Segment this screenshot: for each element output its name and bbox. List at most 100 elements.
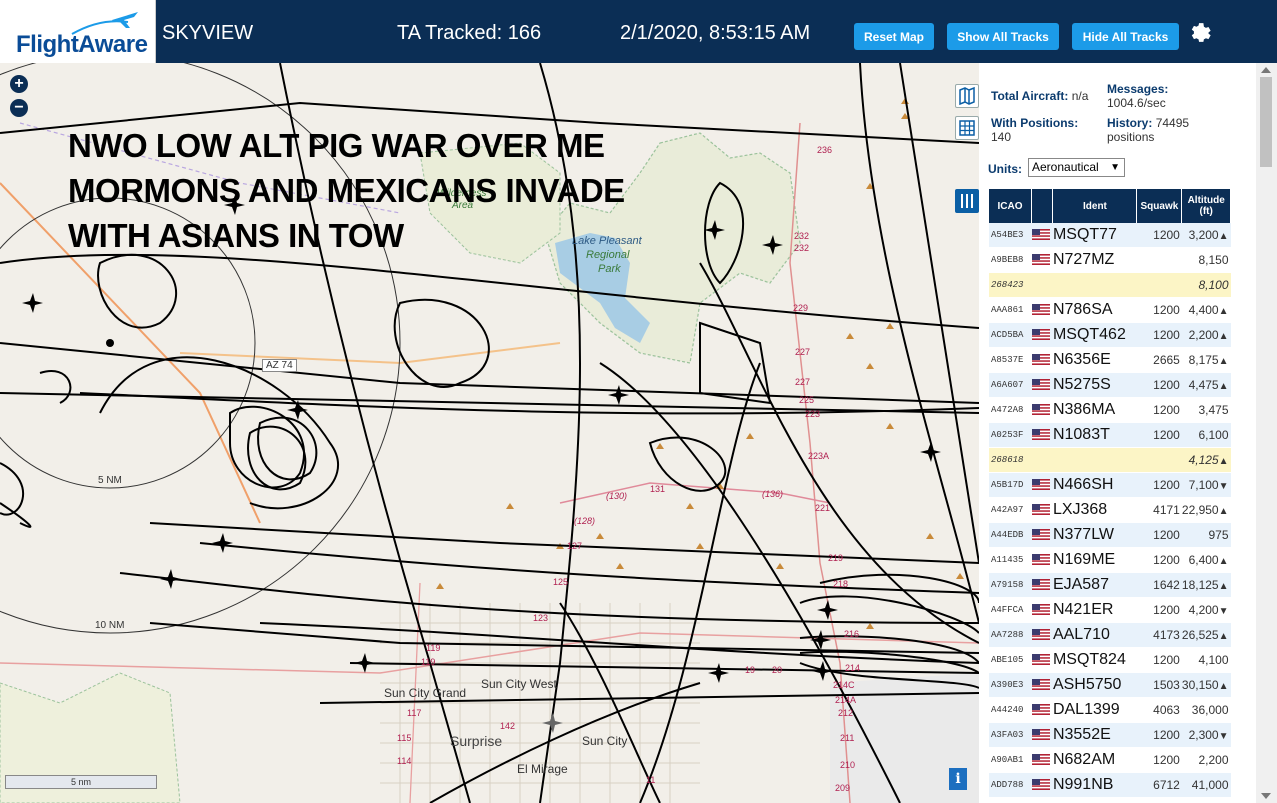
us-flag-icon <box>1031 526 1050 543</box>
table-row[interactable]: A390E3 ASH5750 1503 30,150▲ <box>989 672 1231 698</box>
altitude-trend-icon: ▼ <box>1218 606 1229 617</box>
gear-icon[interactable] <box>1188 21 1214 47</box>
route-label: (130) <box>606 491 628 501</box>
table-row[interactable]: A79158 EJA587 1642 18,125▲ <box>989 572 1231 598</box>
us-flag-icon <box>1031 351 1050 368</box>
table-row[interactable]: 268618 4,125▲ <box>989 447 1231 473</box>
us-flag-icon <box>1031 401 1050 418</box>
table-row[interactable]: A54BE3 MSQT77 1200 3,200▲ <box>989 223 1231 248</box>
column-header-altitude[interactable]: Altitude (ft) <box>1181 189 1231 223</box>
icao-cell: A90AB1 <box>989 747 1032 773</box>
altitude-cell: 2,300▼ <box>1181 722 1231 748</box>
table-row[interactable]: A4FFCA N421ER 1200 4,200▼ <box>989 597 1231 623</box>
table-row[interactable]: A6A607 N5275S 1200 4,475▲ <box>989 372 1231 398</box>
table-row[interactable]: AAA861 N786SA 1200 4,400▲ <box>989 297 1231 323</box>
column-header-icao[interactable]: ICAO <box>989 189 1033 223</box>
show-all-tracks-button[interactable]: Show All Tracks <box>947 23 1059 50</box>
icao-cell: A42A97 <box>989 497 1032 523</box>
flag-cell <box>1031 697 1053 723</box>
squawk-cell: 1200 <box>1136 547 1182 573</box>
squawk-cell: 1200 <box>1136 372 1182 398</box>
icao-cell: ADD788 <box>989 772 1032 798</box>
flag-cell <box>1031 347 1053 373</box>
ident-cell: N727MZ <box>1052 247 1137 273</box>
altitude-trend-icon: ▲ <box>1218 631 1229 642</box>
table-row[interactable]: ACD5BA MSQT462 1200 2,200▲ <box>989 322 1231 348</box>
table-row[interactable]: A5B17D N466SH 1200 7,100▼ <box>989 472 1231 498</box>
hide-all-tracks-button[interactable]: Hide All Tracks <box>1072 23 1179 50</box>
flag-cell <box>1031 497 1053 523</box>
grid-toggle-button[interactable] <box>955 116 979 140</box>
scrollbar-thumb[interactable] <box>1260 77 1272 167</box>
us-flag-icon <box>1031 701 1050 718</box>
altitude-trend-icon: ▲ <box>1218 381 1229 392</box>
squawk-cell: 1200 <box>1136 722 1182 748</box>
altitude-trend-icon: ▲ <box>1218 331 1229 342</box>
us-flag-icon <box>1031 251 1050 268</box>
zoom-out-button[interactable]: − <box>10 99 28 117</box>
zoom-in-button[interactable]: + <box>10 75 28 93</box>
ident-cell: N3552E <box>1052 722 1137 748</box>
table-row[interactable]: A0253F N1083T 1200 6,100 <box>989 422 1231 448</box>
panel-scrollbar[interactable] <box>1256 63 1277 803</box>
table-row[interactable]: A472A8 N386MA 1200 3,475 <box>989 397 1231 423</box>
ident-cell: DAL1399 <box>1052 697 1137 723</box>
icao-cell: A11435 <box>989 547 1032 573</box>
altitude-cell: 26,525▲ <box>1181 622 1231 648</box>
flag-cell <box>1031 747 1053 773</box>
icao-cell: A79158 <box>989 572 1032 598</box>
us-flag-icon <box>1031 226 1050 243</box>
table-row[interactable]: A44EDB N377LW 1200 975 <box>989 522 1231 548</box>
table-row[interactable]: 268423 8,100 <box>989 272 1231 298</box>
squawk-cell: 1200 <box>1136 422 1182 448</box>
flag-cell <box>1031 322 1053 348</box>
table-row[interactable]: AA7288 AAL710 4173 26,525▲ <box>989 622 1231 648</box>
table-row[interactable]: ABE105 MSQT824 1200 4,100 <box>989 647 1231 673</box>
route-label: 123 <box>533 613 549 623</box>
icao-cell: AAA861 <box>989 297 1032 323</box>
us-flag-icon <box>1031 576 1050 593</box>
altitude-trend-icon: ▲ <box>1218 456 1229 467</box>
column-header-ident[interactable]: Ident <box>1052 189 1138 223</box>
altitude-cell: 4,125▲ <box>1181 447 1231 473</box>
table-row[interactable]: A44240 DAL1399 4063 36,000 <box>989 697 1231 723</box>
table-row[interactable]: A3FA03 N3552E 1200 2,300▼ <box>989 722 1231 748</box>
table-row[interactable]: A42A97 LXJ368 4171 22,950▲ <box>989 497 1231 523</box>
altitude-cell: 30,150▲ <box>1181 672 1231 698</box>
scroll-up-arrow-icon[interactable] <box>1261 67 1271 73</box>
squawk-cell <box>1136 272 1182 298</box>
flag-cell <box>1031 447 1053 473</box>
flag-cell <box>1031 722 1053 748</box>
flag-cell <box>1031 223 1053 248</box>
city-label: Sun City Grand <box>384 686 467 700</box>
altitude-value: 6,400 <box>1188 553 1219 567</box>
flag-cell <box>1031 647 1053 673</box>
table-row[interactable]: ADD788 N991NB 6712 41,000 <box>989 772 1231 798</box>
squawk-cell: 2665 <box>1136 347 1182 373</box>
altitude-cell: 4,475▲ <box>1181 372 1231 398</box>
altitude-value: 26,525 <box>1181 628 1219 642</box>
squawk-cell: 1200 <box>1136 647 1182 673</box>
table-row[interactable]: A8537E N6356E 2665 8,175▲ <box>989 347 1231 373</box>
us-flag-icon <box>1031 726 1050 743</box>
units-dropdown[interactable]: Aeronautical ▼ <box>1028 158 1125 177</box>
scroll-down-arrow-icon[interactable] <box>1261 793 1271 799</box>
table-row[interactable]: A90AB1 N682AM 1200 2,200 <box>989 747 1231 773</box>
map-canvas[interactable]: 236 232 232 229 227 227 225 223 223A 221… <box>0 63 979 803</box>
icao-cell: AA7288 <box>989 622 1032 648</box>
route-label: 227 <box>795 377 811 387</box>
table-row[interactable]: A11435 N169ME 1200 6,400▲ <box>989 547 1231 573</box>
icao-cell: 268423 <box>989 272 1032 298</box>
reset-map-button[interactable]: Reset Map <box>854 23 934 50</box>
altitude-cell: 8,175▲ <box>1181 347 1231 373</box>
map-layers-button[interactable] <box>955 84 979 108</box>
column-header-squawk[interactable]: Squawk <box>1136 189 1183 223</box>
info-icon[interactable]: i <box>949 768 967 790</box>
column-header-flag[interactable] <box>1031 189 1054 223</box>
sidebar-toggle-button[interactable] <box>955 189 979 213</box>
table-row[interactable]: A9BEB8 N727MZ 8,150 <box>989 247 1231 273</box>
icao-cell: A472A8 <box>989 397 1032 423</box>
caption-line: WITH ASIANS IN TOW <box>68 217 404 254</box>
flightaware-logo[interactable]: FlightAware <box>0 0 156 63</box>
total-aircraft-stat: Total Aircraft: n/a <box>991 89 1088 103</box>
